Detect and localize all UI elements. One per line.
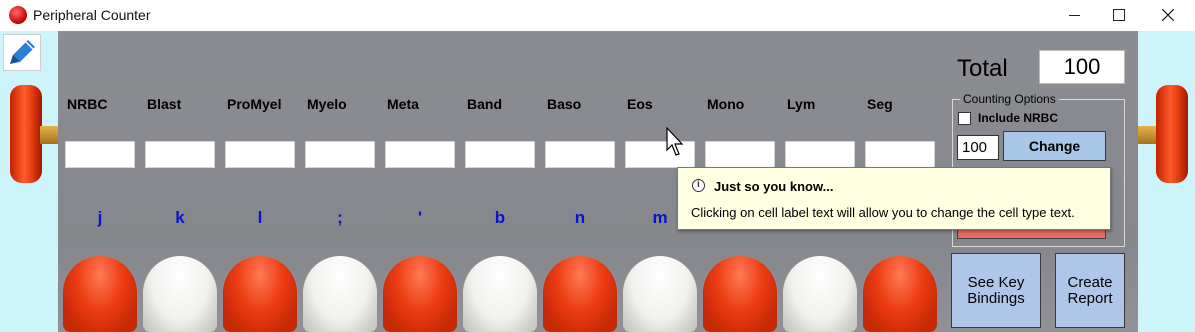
include-nrbc-label[interactable]: Include NRBC <box>978 111 1058 125</box>
cell-label[interactable]: NRBC <box>67 96 107 112</box>
info-icon <box>692 179 705 192</box>
counter-button[interactable] <box>383 256 457 332</box>
cell-label[interactable]: Eos <box>627 96 653 112</box>
cell-label[interactable]: Mono <box>707 96 744 112</box>
close-button[interactable] <box>1145 0 1191 31</box>
red-blood-cell-icon <box>9 6 27 24</box>
left-knob <box>10 85 42 183</box>
create-report-label: Create Report <box>1067 273 1113 307</box>
see-key-bindings-button[interactable]: See Key Bindings <box>951 253 1041 328</box>
cell-label[interactable]: Baso <box>547 96 581 112</box>
cell-key-binding: n <box>574 208 586 227</box>
counter-button[interactable] <box>463 256 537 332</box>
right-knob <box>1156 85 1188 183</box>
right-knob-axle <box>1138 126 1156 144</box>
counter-button[interactable] <box>703 256 777 332</box>
cell-key-binding: j <box>97 208 103 227</box>
tooltip-title: Just so you know... <box>714 179 834 194</box>
cell-count-field[interactable] <box>705 141 775 168</box>
counter-button[interactable] <box>223 256 297 332</box>
cell-count-field[interactable] <box>225 141 295 168</box>
counter-button[interactable] <box>143 256 217 332</box>
cell-key-binding: b <box>494 208 506 227</box>
cell-label[interactable]: Myelo <box>307 96 347 112</box>
cell-key-binding: k <box>175 208 185 227</box>
counter-button[interactable] <box>623 256 697 332</box>
cell-count-field[interactable] <box>65 141 135 168</box>
cell-count-field[interactable] <box>465 141 535 168</box>
cell-count-field[interactable] <box>305 141 375 168</box>
count-target-input[interactable]: 100 <box>957 135 999 160</box>
cell-label[interactable]: Meta <box>387 96 419 112</box>
mouse-cursor-icon <box>666 127 684 156</box>
minimize-button[interactable] <box>1051 0 1097 31</box>
counting-options-title: Counting Options <box>960 92 1059 106</box>
counter-button[interactable] <box>863 256 937 332</box>
tooltip-body: Clicking on cell label text will allow y… <box>691 205 1075 220</box>
change-button[interactable]: Change <box>1003 131 1106 161</box>
cell-count-field[interactable] <box>785 141 855 168</box>
cell-key-binding: l <box>257 208 263 227</box>
pencil-icon <box>10 40 35 64</box>
maximize-button[interactable] <box>1096 0 1142 31</box>
cell-count-field[interactable] <box>865 141 935 168</box>
counter-button[interactable] <box>63 256 137 332</box>
close-icon <box>1162 9 1174 21</box>
counter-button[interactable] <box>303 256 377 332</box>
tooltip: Just so you know... Clicking on cell lab… <box>677 167 1111 230</box>
left-knob-axle <box>40 126 58 144</box>
cell-count-field[interactable] <box>545 141 615 168</box>
title-bar: Peripheral Counter <box>0 0 1195 31</box>
cell-label[interactable]: Seg <box>867 96 893 112</box>
cell-key-binding: ; <box>337 208 343 227</box>
counter-button[interactable] <box>543 256 617 332</box>
cell-label[interactable]: Blast <box>147 96 181 112</box>
counter-button[interactable] <box>783 256 857 332</box>
cell-label[interactable]: ProMyel <box>227 96 281 112</box>
cell-count-field[interactable] <box>145 141 215 168</box>
total-value: 100 <box>1039 50 1125 84</box>
total-label: Total <box>957 55 1008 82</box>
cell-count-field[interactable] <box>385 141 455 168</box>
cell-label[interactable]: Band <box>467 96 502 112</box>
cell-label[interactable]: Lym <box>787 96 815 112</box>
include-nrbc-checkbox[interactable] <box>958 112 971 125</box>
edit-button[interactable] <box>3 34 41 71</box>
see-key-bindings-label: See Key Bindings <box>967 273 1025 307</box>
window-title: Peripheral Counter <box>33 7 151 23</box>
create-report-button[interactable]: Create Report <box>1055 253 1125 328</box>
cell-key-binding: ' <box>417 208 423 227</box>
